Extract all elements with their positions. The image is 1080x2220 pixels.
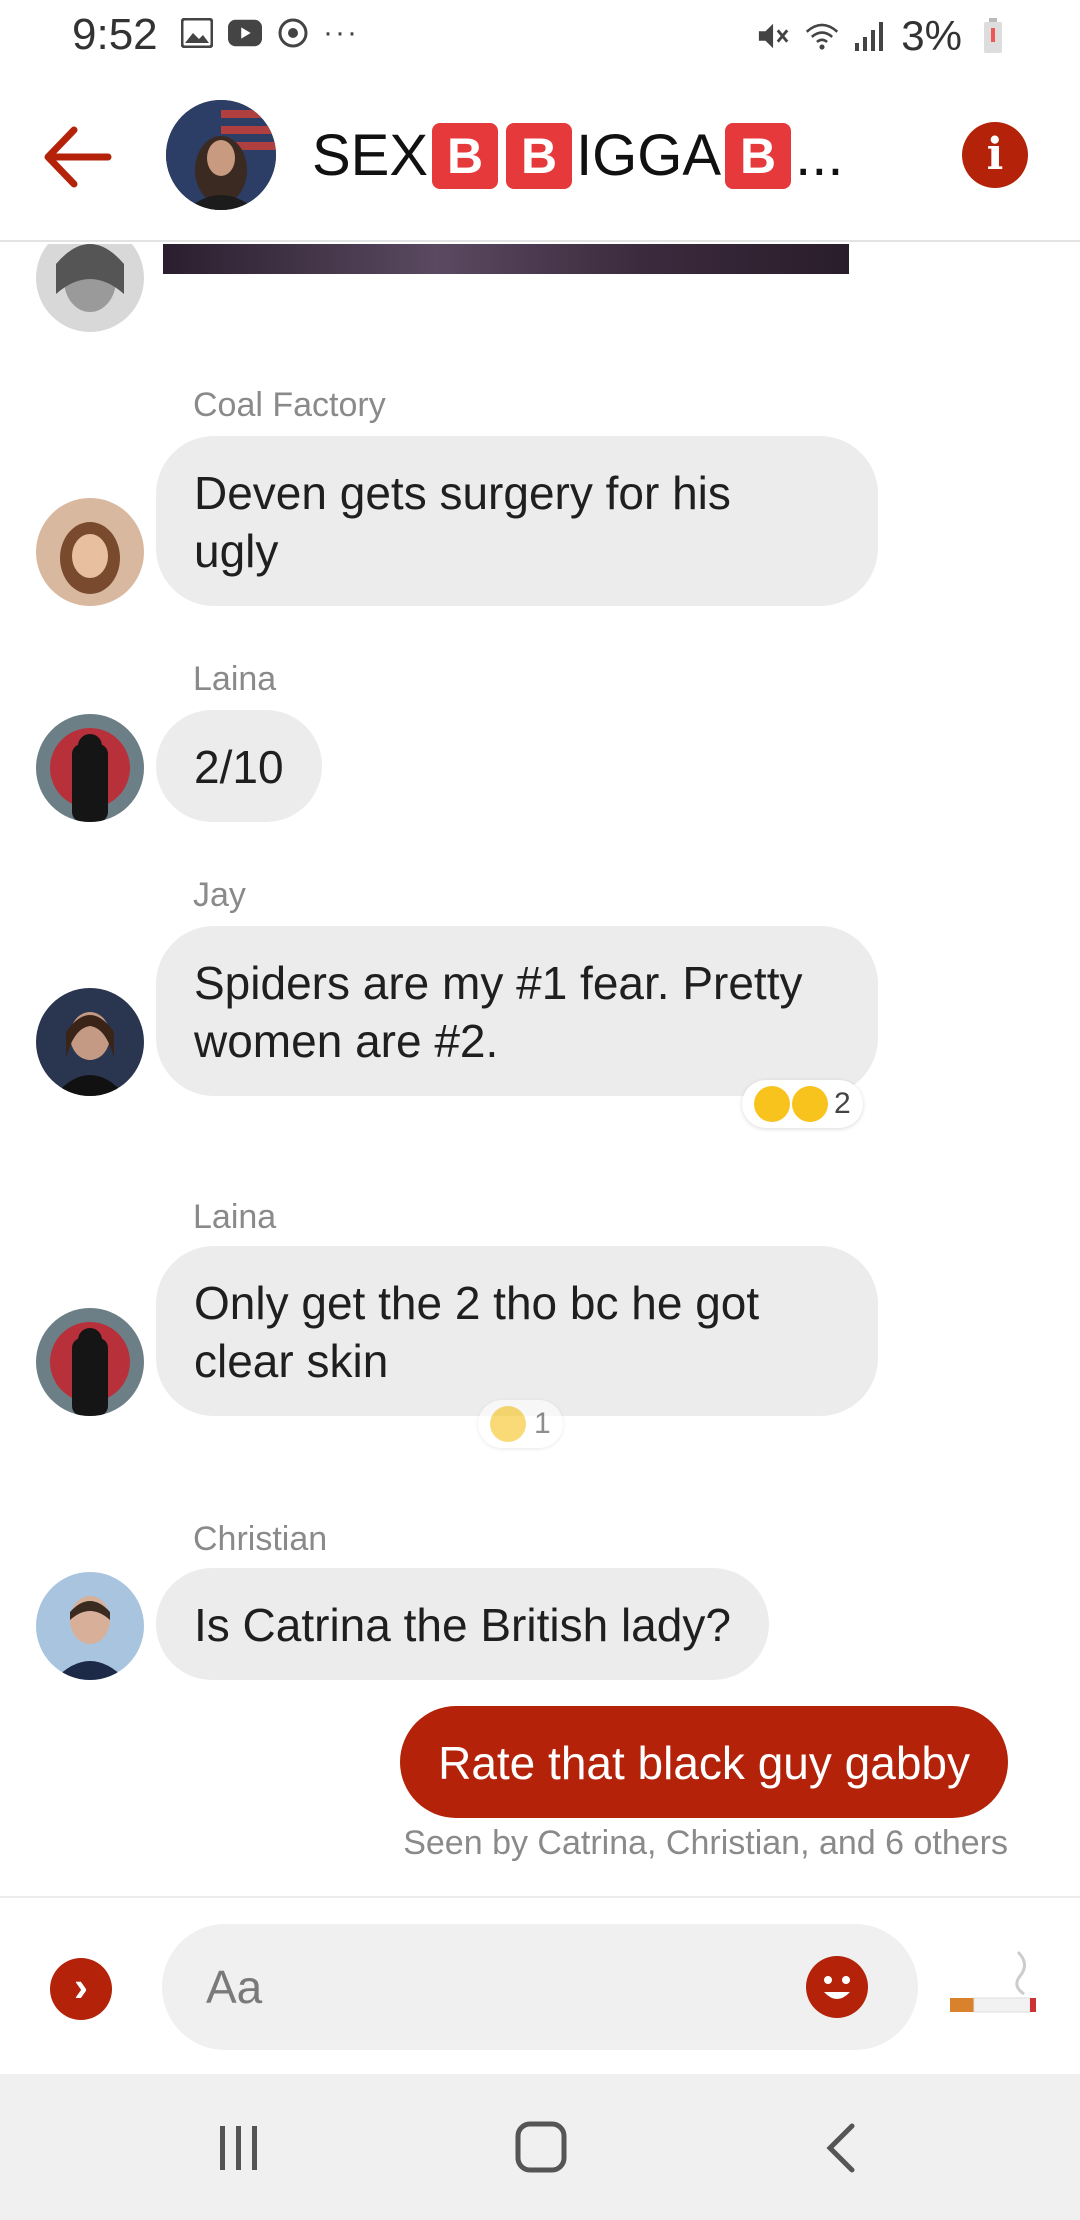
message-list[interactable]: Coal Factory Deven gets surgery for his … — [0, 244, 1080, 1896]
message-input[interactable] — [206, 1954, 766, 2020]
system-icons: 3% — [757, 12, 1010, 60]
recents-button[interactable] — [204, 2116, 274, 2180]
rofl-emoji-icon — [786, 1080, 834, 1128]
message-bubble[interactable]: 2/10 — [156, 710, 322, 822]
reaction-badge[interactable]: 1 — [478, 1400, 563, 1448]
avatar[interactable] — [36, 714, 144, 822]
sender-name: Jay — [193, 876, 246, 914]
message-text-line: Spiders are my #1 fear. Pretty — [194, 957, 803, 1009]
message-input-container[interactable] — [162, 1924, 918, 2050]
avatar[interactable] — [36, 498, 144, 606]
chat-header: SEX B B IGGA B ... i — [0, 72, 1080, 242]
sender-name: Christian — [193, 1520, 328, 1558]
title-part: SEX — [312, 123, 429, 188]
message-text-line: women are #2. — [194, 1015, 499, 1067]
chevron-right-icon: › — [74, 1963, 88, 2010]
b-emoji-icon: B — [432, 122, 499, 189]
laughing-emoji-icon — [490, 1406, 526, 1442]
back-nav-button[interactable] — [808, 2116, 878, 2180]
message-bubble[interactable]: Deven gets surgery for his ugly — [156, 436, 878, 606]
message-composer: › — [0, 1896, 1080, 2074]
emoji-button[interactable] — [806, 1956, 868, 2018]
notification-icons: ··· — [180, 16, 358, 50]
gallery-icon — [180, 16, 214, 50]
more-icon: ··· — [323, 16, 359, 49]
battery-percent: 3% — [901, 12, 962, 59]
group-avatar[interactable] — [166, 100, 276, 210]
title-part: IGGA — [576, 123, 722, 188]
reaction-count: 2 — [834, 1087, 851, 1120]
wifi-icon — [805, 19, 839, 53]
image-attachment[interactable] — [163, 244, 849, 274]
system-nav-bar — [0, 2074, 1080, 2220]
reaction-count: 1 — [534, 1407, 551, 1440]
sender-name: Coal Factory — [193, 386, 386, 424]
message-text-line: Only get the 2 tho bc he got — [194, 1277, 760, 1329]
reaction-badge[interactable]: 2 — [742, 1080, 863, 1128]
smiley-icon — [824, 1976, 850, 1999]
status-time: 9:52 — [72, 10, 158, 59]
cigarette-icon — [950, 1950, 1036, 2013]
avatar[interactable] — [36, 1308, 144, 1416]
home-icon — [515, 2121, 567, 2173]
message-bubble[interactable]: Spiders are my #1 fear. Pretty women are… — [156, 926, 878, 1096]
avatar[interactable] — [36, 244, 144, 332]
expand-actions-button[interactable]: › — [50, 1958, 112, 2020]
battery-icon — [976, 18, 1010, 53]
b-emoji-icon: B — [725, 122, 792, 189]
b-emoji-icon: B — [506, 122, 573, 189]
message-text: 2/10 — [194, 741, 284, 793]
sync-icon — [276, 16, 310, 50]
status-bar: 9:52 ··· 3% — [0, 0, 1080, 72]
title-ellipsis: ... — [795, 123, 844, 188]
arrow-left-icon — [44, 126, 112, 188]
laughing-emoji-icon — [754, 1086, 790, 1122]
quick-reaction-button[interactable] — [944, 1946, 1044, 2026]
message-text-line: Deven gets surgery for his — [194, 467, 731, 519]
recents-icon — [220, 2126, 257, 2170]
signal-icon — [853, 19, 887, 53]
seen-receipt[interactable]: Seen by Catrina, Christian, and 6 others — [403, 1824, 1008, 1863]
message-bubble[interactable]: Is Catrina the British lady? — [156, 1568, 769, 1680]
avatar[interactable] — [36, 988, 144, 1096]
mute-icon — [757, 19, 791, 53]
message-text: Is Catrina the British lady? — [194, 1599, 731, 1651]
youtube-icon — [228, 16, 262, 50]
avatar[interactable] — [36, 1572, 144, 1680]
info-icon: i — [986, 129, 1004, 180]
message-text: Rate that black guy gabby — [438, 1737, 970, 1789]
chevron-left-icon — [826, 2123, 855, 2173]
back-button[interactable] — [40, 122, 120, 192]
message-bubble[interactable]: Only get the 2 tho bc he got clear skin — [156, 1246, 878, 1416]
info-button[interactable]: i — [962, 122, 1028, 188]
sender-name: Laina — [193, 1198, 277, 1236]
message-text-line: clear skin — [194, 1335, 389, 1387]
message-text-line: ugly — [194, 525, 279, 577]
outgoing-message-bubble[interactable]: Rate that black guy gabby — [400, 1706, 1008, 1818]
chat-title[interactable]: SEX B B IGGA B ... — [312, 122, 843, 189]
sender-name: Laina — [193, 660, 277, 698]
home-button[interactable] — [506, 2116, 576, 2180]
